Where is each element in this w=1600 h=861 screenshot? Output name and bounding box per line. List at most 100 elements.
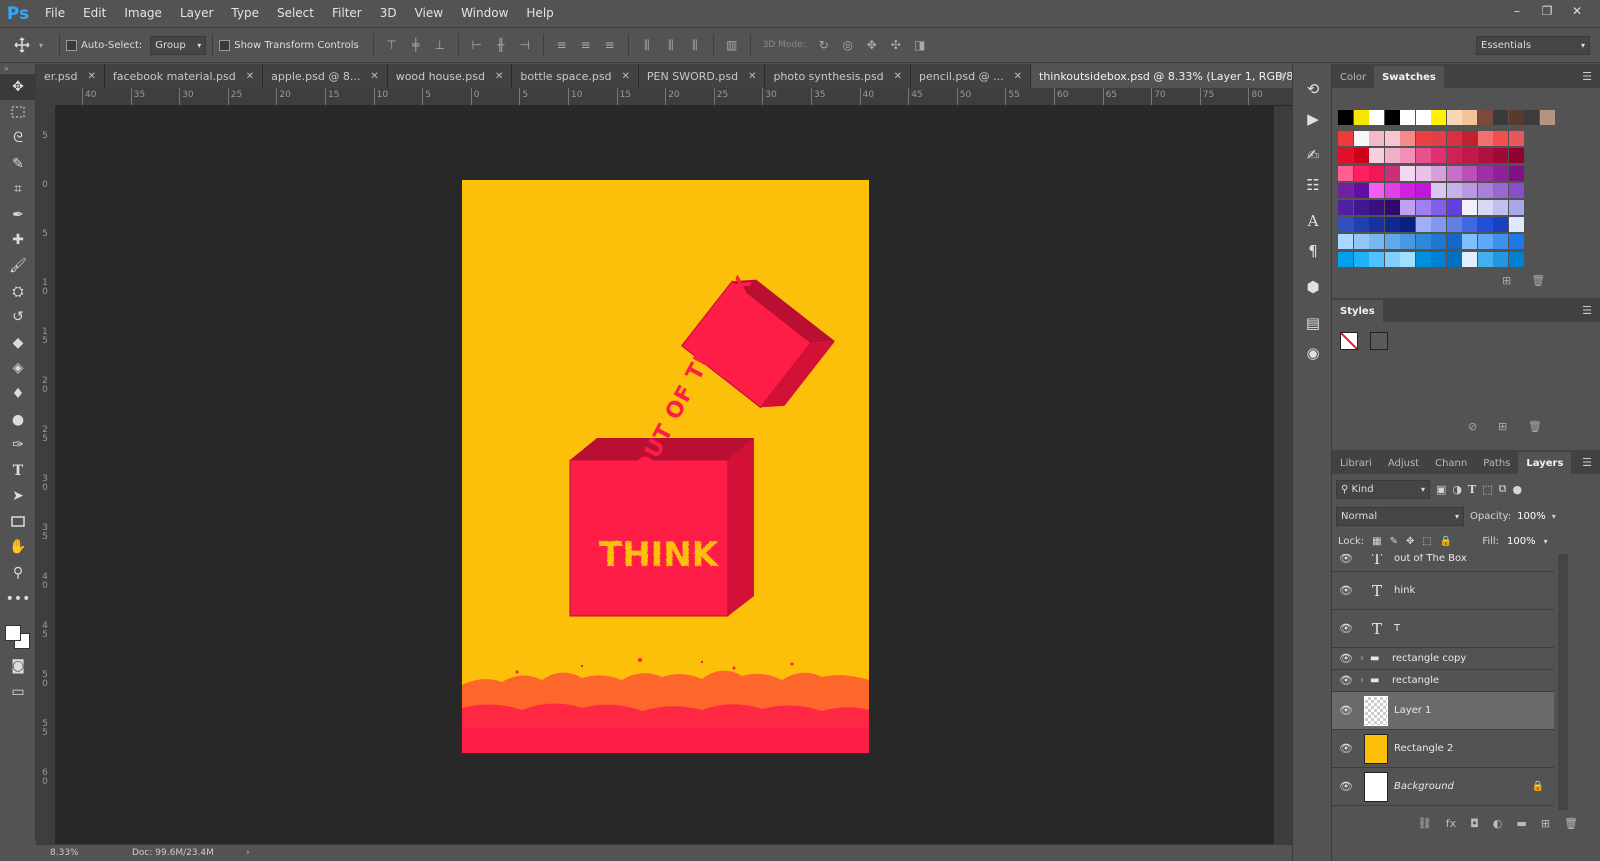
canvas-scrollbar[interactable] [1274,106,1292,844]
filter-kind-dropdown[interactable]: ⚲ Kind ▾ [1336,479,1430,499]
close-icon[interactable]: ✕ [87,71,95,82]
color-swatch[interactable] [1477,217,1493,233]
color-swatch[interactable] [1431,217,1446,233]
align-vcenter-icon[interactable]: ╪ [407,37,425,53]
distribute-bottom-icon[interactable]: ≡ [601,37,619,53]
color-swatch[interactable] [1400,165,1415,181]
menu-3d[interactable]: 3D [371,0,406,27]
color-swatch[interactable] [1400,182,1415,198]
actions-panel-icon[interactable]: ▶ [1293,104,1333,134]
color-swatch[interactable] [1462,217,1477,233]
color-swatch[interactable] [1508,217,1524,233]
color-swatch[interactable] [1446,200,1462,215]
color-swatch[interactable] [1353,148,1369,164]
color-swatch[interactable] [1431,251,1446,267]
color-swatch[interactable] [1524,110,1539,125]
delete-swatch-icon[interactable]: 🗑 [1531,274,1545,287]
new-style-icon[interactable]: ⊞ [1498,420,1507,433]
3d-pan-icon[interactable]: ✥ [863,37,881,53]
layer-row[interactable]: 👁 T hink [1332,572,1554,610]
color-swatch[interactable] [1462,200,1477,215]
color-swatch[interactable] [1384,217,1400,233]
color-swatch[interactable] [1384,131,1400,147]
style-default-swatch[interactable] [1370,332,1388,350]
fill-value[interactable]: 100% [1507,536,1536,547]
close-icon[interactable]: ✕ [246,71,254,82]
align-bottom-icon[interactable]: ⊥ [431,37,449,53]
panel-menu-icon[interactable]: ☰ [1582,456,1592,469]
align-right-icon[interactable]: ⊣ [516,37,534,53]
color-swatch[interactable] [1384,165,1400,181]
color-swatch[interactable] [1477,234,1493,250]
color-swatch[interactable] [1369,148,1384,164]
delete-layer-icon[interactable]: 🗑 [1564,817,1578,830]
menu-select[interactable]: Select [268,0,323,27]
expand-chevron-icon[interactable]: › [1360,675,1370,686]
distribute-top-icon[interactable]: ≡ [553,37,571,53]
3d-orbit-icon[interactable]: ↻ [815,37,833,53]
color-swatch[interactable] [1431,182,1446,198]
artboard[interactable]: THINK OUT OF THE BOX [462,180,869,753]
color-swatch[interactable] [1508,131,1524,147]
adjustment-layer-icon[interactable]: ◐ [1493,817,1503,830]
restore-button[interactable]: ❐ [1532,0,1562,22]
color-swatch[interactable] [1384,251,1400,267]
color-swatch[interactable] [1477,251,1493,267]
menu-help[interactable]: Help [517,0,562,27]
align-left-icon[interactable]: ⊢ [468,37,486,53]
color-swatch[interactable] [1431,110,1446,125]
color-swatch[interactable] [1508,182,1524,198]
color-swatch[interactable] [1400,234,1415,250]
lock-position-icon[interactable]: ✥ [1406,536,1414,547]
visibility-eye-icon[interactable]: 👁 [1332,780,1360,793]
layer-row[interactable]: 👁 T out of The Box [1332,554,1554,572]
color-swatch[interactable] [1338,165,1353,181]
new-layer-icon[interactable]: ⊞ [1541,817,1550,830]
brush-panel-icon[interactable]: ✍ [1293,140,1333,170]
filter-smart-object-icon[interactable]: ⧉ [1499,482,1507,496]
tab-channels[interactable]: Chann [1427,452,1475,474]
layers-scrollbar[interactable] [1558,554,1568,810]
color-swatch[interactable] [1353,251,1369,267]
paint-bucket-tool-icon[interactable]: ◈ [0,356,36,382]
swatches-grid[interactable]: ⊞ 🗑 [1332,88,1600,294]
tab-styles[interactable]: Styles [1332,300,1383,322]
color-swatch[interactable] [1477,148,1493,164]
add-mask-icon[interactable]: ◘ [1470,817,1479,830]
color-swatch[interactable] [1493,217,1508,233]
pen-tool-icon[interactable]: ✑ [0,432,36,458]
screen-mode-icon[interactable]: ▭ [0,679,36,705]
color-swatch[interactable] [1431,131,1446,147]
color-swatch[interactable] [1415,110,1431,125]
visibility-eye-icon[interactable]: 👁 [1332,704,1360,717]
marquee-tool-icon[interactable] [0,100,36,126]
color-swatch[interactable] [1462,131,1477,147]
clear-style-icon[interactable]: ⊘ [1468,420,1477,433]
color-swatch[interactable] [1353,131,1369,147]
expand-chevron-icon[interactable]: › [1360,653,1370,664]
color-swatch[interactable] [1369,131,1384,147]
color-swatch[interactable] [1508,148,1524,164]
doc-tab[interactable]: er.psd ✕ [36,64,105,88]
align-hcenter-icon[interactable]: ╫ [492,37,510,53]
toolbar-collapse-icon[interactable]: » [0,64,35,74]
color-swatch[interactable] [1477,200,1493,215]
doc-tab[interactable]: photo synthesis.psd ✕ [765,64,912,88]
color-swatch[interactable] [1415,148,1431,164]
menu-image[interactable]: Image [115,0,171,27]
zoom-tool-icon[interactable]: ⚲ [0,560,36,586]
color-swatch[interactable] [1477,165,1493,181]
color-swatch[interactable] [1477,131,1493,147]
color-swatches[interactable] [0,611,35,650]
type-tool-icon[interactable]: T [0,458,36,484]
color-swatch[interactable] [1493,182,1508,198]
3d-roll-icon[interactable]: ◎ [839,37,857,53]
color-swatch[interactable] [1338,217,1353,233]
color-swatch[interactable] [1400,148,1415,164]
color-swatch[interactable] [1446,234,1462,250]
color-swatch[interactable] [1493,251,1508,267]
close-icon[interactable]: ✕ [370,71,378,82]
menu-filter[interactable]: Filter [323,0,371,27]
color-swatch[interactable] [1446,251,1462,267]
paragraph-panel-icon[interactable]: ¶ [1293,236,1333,266]
